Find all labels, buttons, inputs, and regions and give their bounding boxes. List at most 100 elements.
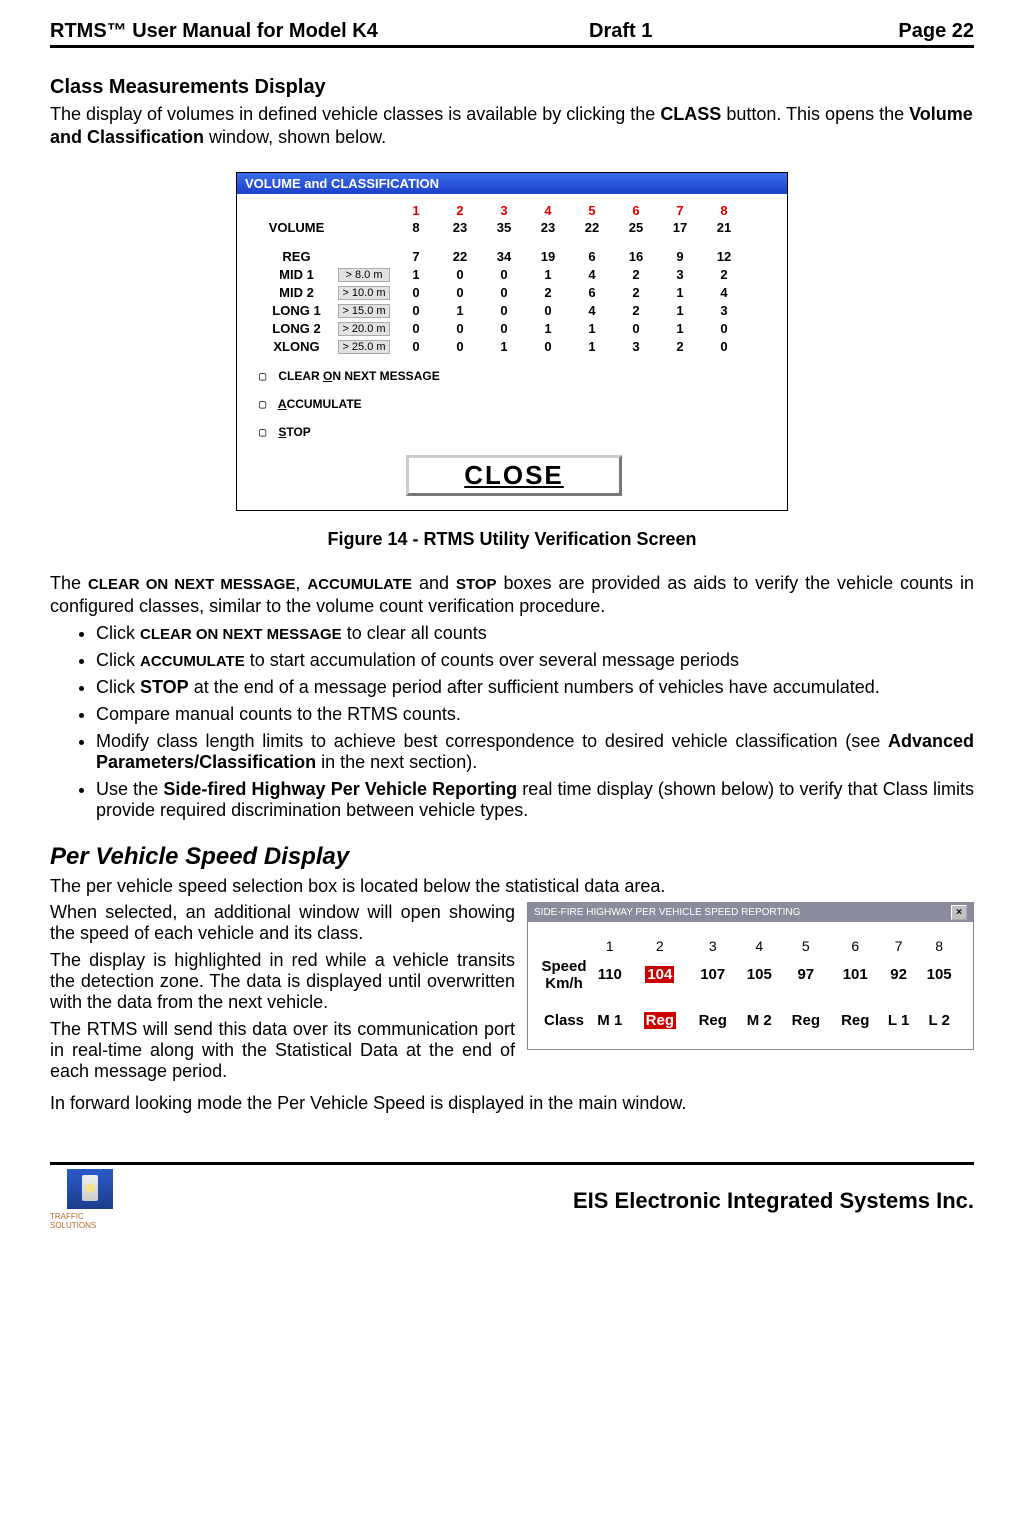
vc-value: 1 <box>658 301 702 319</box>
vc-value: 1 <box>570 337 614 355</box>
vc-window-titlebar: VOLUME and CLASSIFICATION <box>237 173 787 194</box>
close-icon[interactable]: × <box>951 905 967 920</box>
pv-p5: In forward looking mode the Per Vehicle … <box>50 1092 974 1115</box>
vc-threshold-cell <box>334 248 394 265</box>
speed-table: 1 2 3 4 5 6 7 8 SpeedKm/h110104107105971… <box>540 936 961 1031</box>
accum-label: ACCUMULATE <box>307 576 412 593</box>
vc-value: 0 <box>394 283 438 301</box>
sp-col-8: 8 <box>917 936 961 956</box>
vc-row-label: MID 1 <box>259 265 334 283</box>
vc-value: 17 <box>658 219 702 236</box>
footer-company: EIS Electronic Integrated Systems Inc. <box>573 1188 974 1214</box>
threshold-button[interactable]: > 10.0 m <box>338 286 390 300</box>
class-value: M 2 <box>737 1010 781 1031</box>
class-value: Reg <box>632 1010 688 1031</box>
volume-classification-window: VOLUME and CLASSIFICATION 1 2 3 4 5 6 7 … <box>236 172 788 511</box>
threshold-button[interactable]: > 8.0 m <box>338 268 390 282</box>
vc-row: MID 2> 10.0 m00026214 <box>259 283 746 301</box>
vc-value: 3 <box>702 301 746 319</box>
class-row-label: Class <box>540 1010 588 1031</box>
vc-value: 8 <box>394 219 438 236</box>
vc-col-6: 6 <box>614 202 658 219</box>
vc-value: 2 <box>614 301 658 319</box>
vc-value: 4 <box>570 301 614 319</box>
bullet-item: Use the Side-fired Highway Per Vehicle R… <box>96 779 974 821</box>
speed-value: 105 <box>737 956 781 994</box>
vc-value: 0 <box>482 265 526 283</box>
vc-row-label: LONG 1 <box>259 301 334 319</box>
vc-row: LONG 2> 20.0 m00011010 <box>259 319 746 337</box>
vc-value: 22 <box>570 219 614 236</box>
vc-value: 3 <box>658 265 702 283</box>
vc-threshold-cell: > 15.0 m <box>334 301 394 319</box>
vc-threshold-cell: > 10.0 m <box>334 283 394 301</box>
vc-value: 2 <box>702 265 746 283</box>
stop-checkbox[interactable]: ▢ STOP <box>259 425 769 439</box>
pv-p2: When selected, an additional window will… <box>50 902 515 944</box>
speed-row-label: SpeedKm/h <box>540 956 588 994</box>
vc-value: 1 <box>482 337 526 355</box>
vc-value: 0 <box>438 319 482 337</box>
vc-value: 0 <box>482 301 526 319</box>
vc-value: 0 <box>702 319 746 337</box>
sp-col-7: 7 <box>880 936 917 956</box>
clear-label: CLEAR ON NEXT MESSAGE <box>88 576 295 593</box>
speed-value: 92 <box>880 956 917 994</box>
vc-row-label: LONG 2 <box>259 319 334 337</box>
vc-col-5: 5 <box>570 202 614 219</box>
vc-value: 1 <box>658 319 702 337</box>
vc-value: 23 <box>526 219 570 236</box>
vc-value: 0 <box>438 283 482 301</box>
class-value: L 2 <box>917 1010 961 1031</box>
vc-value: 6 <box>570 283 614 301</box>
speed-value: 104 <box>632 956 688 994</box>
vc-threshold-cell: > 25.0 m <box>334 337 394 355</box>
section-title-class-measurements: Class Measurements Display <box>50 76 974 99</box>
vc-value: 22 <box>438 248 482 265</box>
vc-value: 1 <box>658 283 702 301</box>
speed-value: 101 <box>831 956 880 994</box>
vc-threshold-cell: > 20.0 m <box>334 319 394 337</box>
threshold-button[interactable]: > 15.0 m <box>338 304 390 318</box>
vc-value: 6 <box>570 248 614 265</box>
vc-col-8: 8 <box>702 202 746 219</box>
vc-value: 16 <box>614 248 658 265</box>
speed-window-title-text: SIDE-FIRE HIGHWAY PER VEHICLE SPEED REPO… <box>534 907 800 918</box>
speed-value: 110 <box>588 956 632 994</box>
vc-value: 34 <box>482 248 526 265</box>
vc-bold: Volume and Classification <box>50 104 973 147</box>
section-title-per-vehicle: Per Vehicle Speed Display <box>50 843 974 871</box>
vc-row: VOLUME823352322251721 <box>259 219 746 236</box>
pv-p1: The per vehicle speed selection box is l… <box>50 875 974 898</box>
vc-value: 3 <box>614 337 658 355</box>
vc-threshold-cell: > 8.0 m <box>334 265 394 283</box>
vc-col-7: 7 <box>658 202 702 219</box>
threshold-button[interactable]: > 25.0 m <box>338 340 390 354</box>
vc-table: 1 2 3 4 5 6 7 8 VOLUME823352322251721REG… <box>259 202 746 355</box>
sp-col-3: 3 <box>688 936 737 956</box>
class-bold: CLASS <box>660 104 721 124</box>
vc-value: 25 <box>614 219 658 236</box>
vc-value: 4 <box>702 283 746 301</box>
close-button[interactable]: CLOSE <box>406 455 622 496</box>
vc-value: 1 <box>438 301 482 319</box>
header-mid: Draft 1 <box>589 20 833 43</box>
vc-value: 7 <box>394 248 438 265</box>
vc-threshold-cell <box>334 219 394 236</box>
bullet-bold: STOP <box>140 677 189 697</box>
vc-value: 2 <box>614 265 658 283</box>
vc-value: 0 <box>394 337 438 355</box>
sp-col-4: 4 <box>737 936 781 956</box>
vc-value: 2 <box>658 337 702 355</box>
vc-row-label: MID 2 <box>259 283 334 301</box>
vc-value: 0 <box>438 337 482 355</box>
vc-value: 0 <box>394 301 438 319</box>
clear-on-next-checkbox[interactable]: ▢ CLEAR ON NEXT MESSAGE <box>259 369 769 383</box>
class-value: L 1 <box>880 1010 917 1031</box>
vc-value: 0 <box>526 337 570 355</box>
eis-logo: TRAFFIC SOLUTIONS <box>50 1169 130 1233</box>
threshold-button[interactable]: > 20.0 m <box>338 322 390 336</box>
page-header: RTMS™ User Manual for Model K4 Draft 1 P… <box>50 20 974 48</box>
accumulate-checkbox[interactable]: ▢ ACCUMULATE <box>259 397 769 411</box>
vc-value: 1 <box>526 265 570 283</box>
